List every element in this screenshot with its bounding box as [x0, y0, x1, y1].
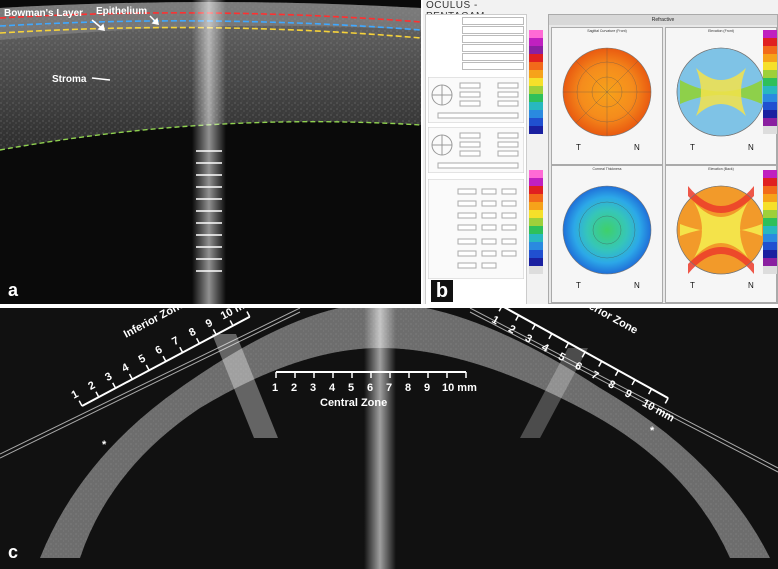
epithelium-label: Epithelium	[96, 6, 147, 17]
superior-zone-label: Superior Zone	[569, 308, 640, 337]
map-corneal-thickness: Corneal Thickness T N	[551, 165, 663, 303]
color-scale-right-top	[763, 30, 777, 134]
svg-text:8: 8	[187, 326, 198, 339]
cornea-front-block	[428, 77, 524, 123]
pachymetry-block	[428, 179, 524, 279]
color-scale-left-bottom	[529, 170, 543, 274]
color-scale-right-bottom	[763, 170, 777, 274]
map-elevation-back: Elevation (Back) T N	[665, 165, 777, 303]
panel-c-letter: c	[8, 542, 18, 562]
patient-data-form	[425, 14, 527, 304]
inferior-zone-label: Inferior Zone	[122, 308, 187, 341]
svg-text:5: 5	[348, 382, 354, 394]
svg-text:6: 6	[153, 344, 164, 357]
bowman-label: Bowman's Layer	[4, 8, 83, 19]
panel-a-letter: a	[8, 280, 19, 300]
panel-b-letter: b	[431, 280, 453, 302]
svg-text:10 mm: 10 mm	[219, 308, 256, 322]
svg-text:T: T	[576, 143, 581, 152]
panel-c-wide-scan: 1 2 3 4 5 6 7 8 9 10 mm Inferior Zone 1 …	[0, 308, 778, 569]
color-scale-left-top	[529, 30, 543, 134]
svg-text:10 mm: 10 mm	[442, 382, 477, 394]
central-zone-label: Central Zone	[320, 397, 387, 409]
svg-text:5: 5	[137, 353, 148, 366]
svg-text:1: 1	[272, 382, 278, 394]
svg-text:7: 7	[170, 335, 181, 348]
svg-text:T: T	[576, 281, 581, 290]
svg-text:N: N	[634, 281, 640, 290]
svg-text:3: 3	[103, 370, 114, 383]
svg-text:7: 7	[386, 382, 392, 394]
map-elevation-front: Elevation (Front) T N	[665, 27, 777, 165]
svg-text:1: 1	[70, 388, 81, 401]
svg-text:9: 9	[623, 387, 634, 400]
svg-text:T: T	[690, 143, 695, 152]
svg-text:8: 8	[405, 382, 411, 394]
refractive-header: Refractive	[549, 15, 777, 25]
svg-text:3: 3	[310, 382, 316, 394]
refractive-panel: Refractive Sagittal Curvature (Front) T …	[548, 14, 778, 304]
panel-a-oct-scan: Bowman's Layer Epithelium Stroma a	[0, 0, 421, 304]
map-sagittal-curvature: Sagittal Curvature (Front) T N	[551, 27, 663, 165]
svg-text:6: 6	[367, 382, 373, 394]
svg-text:3: 3	[523, 332, 534, 345]
svg-text:N: N	[748, 281, 754, 290]
cornea-back-block	[428, 127, 524, 173]
svg-text:8: 8	[606, 378, 617, 391]
svg-text:2: 2	[291, 382, 297, 394]
svg-text:2: 2	[86, 379, 97, 392]
svg-text:4: 4	[329, 382, 336, 394]
pentacam-title: OCULUS - PENTACAM	[426, 0, 484, 22]
asterisk-right: *	[650, 425, 655, 437]
oct-scan-a-image: Bowman's Layer Epithelium Stroma a	[0, 0, 421, 304]
svg-text:1: 1	[490, 314, 501, 327]
svg-text:4: 4	[120, 361, 132, 375]
stroma-label: Stroma	[52, 74, 87, 85]
svg-text:N: N	[748, 143, 754, 152]
svg-text:N: N	[634, 143, 640, 152]
asterisk-left: *	[102, 439, 107, 451]
svg-text:9: 9	[204, 317, 215, 330]
svg-text:9: 9	[424, 382, 430, 394]
oct-scan-c-image: 1 2 3 4 5 6 7 8 9 10 mm Inferior Zone 1 …	[0, 308, 778, 569]
svg-text:T: T	[690, 281, 695, 290]
panel-b-pentacam-report: OCULUS - PENTACAM	[423, 0, 778, 304]
svg-text:2: 2	[506, 323, 517, 336]
